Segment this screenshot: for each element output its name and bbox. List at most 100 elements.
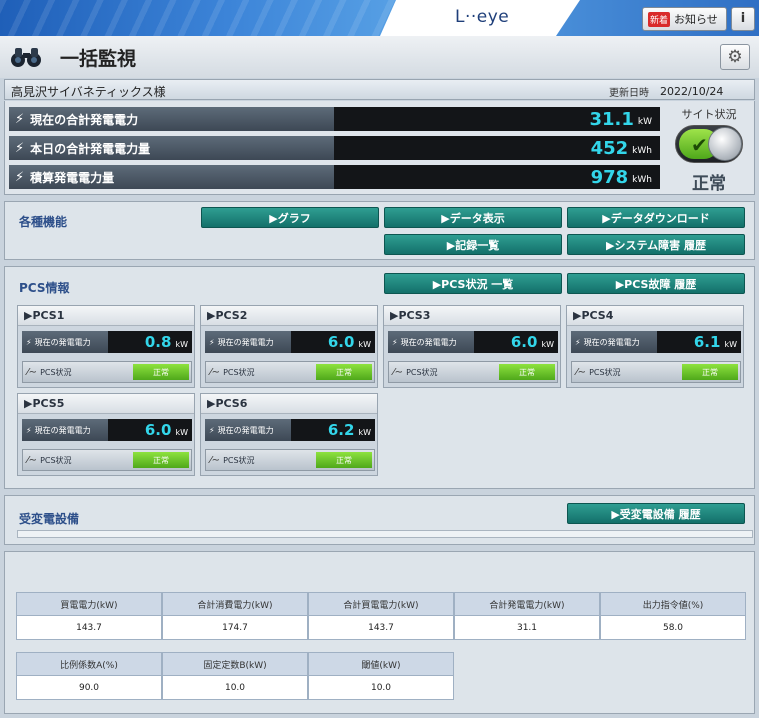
table-cell: 58.0 bbox=[600, 616, 746, 640]
pcs-power-label: 現在の発電電力 bbox=[583, 337, 640, 347]
lightning-icon: ⚡ bbox=[575, 337, 581, 347]
inverter-icon: ⁄∼ bbox=[27, 366, 38, 378]
pcs-status-label: PCS状況 bbox=[40, 455, 72, 465]
pcs-power-value: 6.2 bbox=[327, 421, 355, 439]
power-unit: kW bbox=[637, 116, 652, 127]
pcs-name: ▶PCS6 bbox=[201, 394, 377, 414]
pcs-status-label: PCS状況 bbox=[223, 367, 255, 377]
pcs-status-label: PCS状況 bbox=[589, 367, 621, 377]
power-label: 現在の合計発電電力 bbox=[30, 112, 139, 127]
site-status: サイト状況 ✔ 正常 bbox=[666, 103, 752, 194]
pcs-power-unit: kW bbox=[175, 339, 188, 349]
table-cell: 143.7 bbox=[308, 616, 454, 640]
measurements-table-2: 比例係数A(%) 固定定数B(kW) 閾値(kW) 90.0 10.0 10.0 bbox=[16, 652, 454, 700]
lightning-icon: ⚡ bbox=[15, 140, 25, 156]
table-cell: 143.7 bbox=[16, 616, 162, 640]
pcs-name: ▶PCS3 bbox=[384, 306, 560, 326]
lightning-icon: ⚡ bbox=[26, 337, 32, 347]
inverter-icon: ⁄∼ bbox=[27, 454, 38, 466]
notice-label: お知らせ bbox=[674, 13, 718, 26]
lightning-icon: ⚡ bbox=[209, 337, 215, 347]
title-row: 一括監視 ⚙ bbox=[0, 36, 759, 78]
substation-section: 受変電設備 ▶受変電設備 履歴 bbox=[4, 495, 755, 545]
pcs-power-unit: kW bbox=[541, 339, 554, 349]
data-download-button[interactable]: ▶データダウンロード bbox=[567, 207, 745, 228]
system-fault-button[interactable]: ▶システム障害 履歴 bbox=[567, 234, 745, 255]
lightning-icon: ⚡ bbox=[392, 337, 398, 347]
site-name: 高見沢サイバネティックス様 bbox=[11, 85, 166, 99]
page-title: 一括監視 bbox=[60, 48, 137, 70]
power-label: 積算発電電力量 bbox=[30, 170, 115, 185]
table-header: 合計買電電力(kW) bbox=[308, 592, 454, 616]
table-header: 買電電力(kW) bbox=[16, 592, 162, 616]
pcs-status-value: 正常 bbox=[133, 364, 189, 380]
table-header: 閾値(kW) bbox=[308, 652, 454, 676]
pcs-power-unit: kW bbox=[358, 339, 371, 349]
site-status-toggle: ✔ bbox=[675, 125, 743, 163]
notice-button[interactable]: 新着 お知らせ bbox=[642, 7, 727, 31]
substation-bar bbox=[17, 530, 753, 538]
app-logo: L··eye bbox=[455, 7, 510, 27]
pcs-name: ▶PCS4 bbox=[567, 306, 743, 326]
top-banner: L··eye 新着 お知らせ i bbox=[0, 0, 759, 36]
settings-button[interactable]: ⚙ bbox=[720, 44, 750, 70]
pcs-power-label: 現在の発電電力 bbox=[217, 425, 274, 435]
power-row-total: ⚡ 積算発電電力量 978 kWh bbox=[9, 165, 660, 189]
data-view-button[interactable]: ▶データ表示 bbox=[384, 207, 562, 228]
pcs-power-label: 現在の発電電力 bbox=[400, 337, 457, 347]
graph-button[interactable]: ▶グラフ bbox=[201, 207, 379, 228]
records-button[interactable]: ▶記録一覧 bbox=[384, 234, 562, 255]
table-cell: 31.1 bbox=[454, 616, 600, 640]
pcs-card-4[interactable]: ▶PCS4 ⚡ 現在の発電電力 6.1 kW ⁄∼ PCS状況 正常 bbox=[566, 305, 744, 388]
gear-icon: ⚙ bbox=[727, 47, 743, 67]
table-header: 固定定数B(kW) bbox=[162, 652, 308, 676]
pcs-power-value: 6.0 bbox=[510, 333, 538, 351]
pcs-power-unit: kW bbox=[724, 339, 737, 349]
table-cell: 10.0 bbox=[308, 676, 454, 700]
pcs-card-1[interactable]: ▶PCS1 ⚡ 現在の発電電力 0.8 kW ⁄∼ PCS状況 正常 bbox=[17, 305, 195, 388]
table-header: 比例係数A(%) bbox=[16, 652, 162, 676]
inverter-icon: ⁄∼ bbox=[210, 366, 221, 378]
pcs-power-value: 0.8 bbox=[144, 333, 172, 351]
pcs-power-label: 現在の発電電力 bbox=[34, 337, 91, 347]
pcs-card-6[interactable]: ▶PCS6 ⚡ 現在の発電電力 6.2 kW ⁄∼ PCS状況 正常 bbox=[200, 393, 378, 476]
power-panel: ⚡ 現在の合計発電電力 31.1 kW ⚡ 本日の合計発電電力量 452 kWh ⚡ 積算… bbox=[4, 101, 755, 195]
pcs-status-label: PCS状況 bbox=[223, 455, 255, 465]
pcs-name: ▶PCS2 bbox=[201, 306, 377, 326]
site-header: 高見沢サイバネティックス様 更新日時 2022/10/24 14:13 bbox=[4, 79, 755, 112]
substation-history-button[interactable]: ▶受変電設備 履歴 bbox=[567, 503, 745, 524]
lightning-icon: ⚡ bbox=[15, 169, 25, 185]
pcs-name: ▶PCS1 bbox=[18, 306, 194, 326]
table-header: 合計発電電力(kW) bbox=[454, 592, 600, 616]
table-header: 出力指令値(%) bbox=[600, 592, 746, 616]
pcs-status-label: PCS状況 bbox=[40, 367, 72, 377]
power-row-today: ⚡ 本日の合計発電電力量 452 kWh bbox=[9, 136, 660, 160]
new-badge: 新着 bbox=[648, 11, 671, 27]
pcs-title: PCS情報 bbox=[19, 281, 70, 295]
table-header: 合計消費電力(kW) bbox=[162, 592, 308, 616]
pcs-fault-history-button[interactable]: ▶PCS故障 履歴 bbox=[567, 273, 745, 294]
toggle-knob bbox=[708, 127, 742, 161]
info-icon: i bbox=[740, 11, 746, 26]
functions-section: 各種機能 ▶グラフ ▶データ表示 ▶データダウンロード ▶記録一覧 ▶システム障… bbox=[4, 201, 755, 260]
pcs-power-unit: kW bbox=[358, 427, 371, 437]
pcs-card-5[interactable]: ▶PCS5 ⚡ 現在の発電電力 6.0 kW ⁄∼ PCS状況 正常 bbox=[17, 393, 195, 476]
info-button[interactable]: i bbox=[731, 7, 755, 31]
pcs-power-value: 6.0 bbox=[144, 421, 172, 439]
pcs-status-value: 正常 bbox=[682, 364, 738, 380]
power-unit: kWh bbox=[632, 145, 652, 156]
power-value: 31.1 bbox=[589, 108, 634, 130]
pcs-card-2[interactable]: ▶PCS2 ⚡ 現在の発電電力 6.0 kW ⁄∼ PCS状況 正常 bbox=[200, 305, 378, 388]
table-cell: 174.7 bbox=[162, 616, 308, 640]
power-value: 452 bbox=[590, 137, 629, 159]
pcs-status-value: 正常 bbox=[133, 452, 189, 468]
measurements-table-1: 買電電力(kW) 合計消費電力(kW) 合計買電電力(kW) 合計発電電力(kW… bbox=[16, 592, 746, 640]
pcs-status-list-button[interactable]: ▶PCS状況 一覧 bbox=[384, 273, 562, 294]
pcs-card-3[interactable]: ▶PCS3 ⚡ 現在の発電電力 6.0 kW ⁄∼ PCS状況 正常 bbox=[383, 305, 561, 388]
pcs-power-unit: kW bbox=[175, 427, 188, 437]
inverter-icon: ⁄∼ bbox=[576, 366, 587, 378]
measurements-section: 買電電力(kW) 合計消費電力(kW) 合計買電電力(kW) 合計発電電力(kW… bbox=[4, 551, 755, 714]
pcs-status-value: 正常 bbox=[316, 452, 372, 468]
binoculars-icon bbox=[11, 48, 41, 67]
pcs-power-label: 現在の発電電力 bbox=[217, 337, 274, 347]
